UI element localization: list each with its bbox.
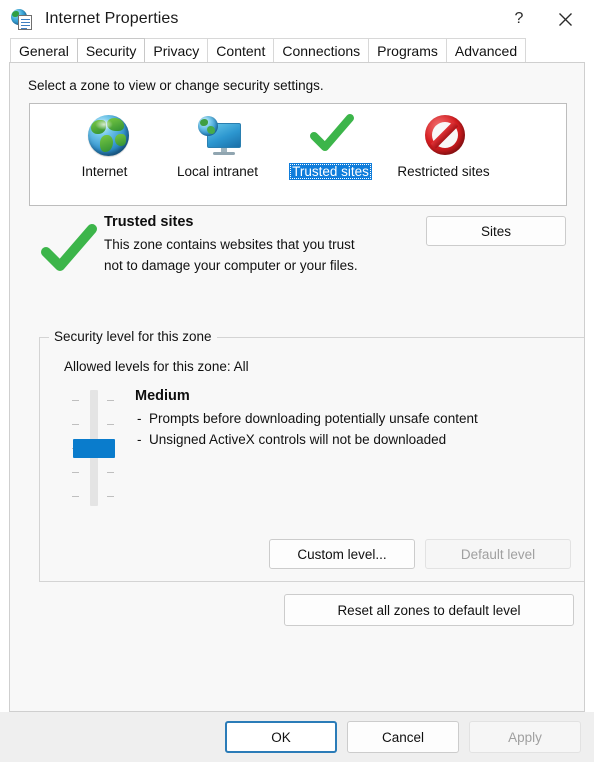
monitor-globe-icon — [194, 113, 242, 159]
slider-tick — [72, 472, 79, 473]
apply-button[interactable]: Apply — [469, 721, 581, 753]
security-level-bullet-list: Prompts before downloading potentially u… — [135, 408, 565, 450]
dialog-footer: OK Cancel Apply — [0, 712, 594, 762]
sites-button[interactable]: Sites — [426, 216, 566, 246]
cancel-button[interactable]: Cancel — [347, 721, 459, 753]
slider-tick — [72, 496, 79, 497]
tab-programs[interactable]: Programs — [368, 38, 447, 62]
reset-button-wrap: Reset all zones to default level — [284, 594, 574, 626]
slider-thumb[interactable] — [73, 439, 115, 458]
zone-item-internet[interactable]: Internet — [48, 113, 161, 180]
tab-content[interactable]: Content — [207, 38, 275, 62]
red-prohibition-icon — [420, 113, 468, 159]
zone-description-text: This zone contains websites that you tru… — [104, 237, 358, 273]
tab-security[interactable]: Security — [76, 38, 146, 62]
internet-properties-dialog: Internet Properties ? General Security P… — [0, 0, 594, 762]
green-check-icon — [40, 221, 98, 279]
zone-row: Internet Local intranet Trusted sites Re… — [30, 104, 566, 180]
close-icon[interactable] — [542, 0, 588, 38]
level-buttons: Custom level... Default level — [269, 539, 571, 569]
window-title: Internet Properties — [45, 10, 179, 27]
security-level-bullet: Unsigned ActiveX controls will not be do… — [135, 429, 565, 450]
tab-advanced[interactable]: Advanced — [445, 38, 527, 62]
zone-instruction-label: Select a zone to view or change security… — [28, 78, 324, 93]
security-level-groupbox-title: Security level for this zone — [49, 329, 217, 344]
globe-icon — [81, 113, 129, 159]
zone-item-restricted-sites[interactable]: Restricted sites — [387, 113, 500, 180]
tab-strip: General Security Privacy Content Connect… — [0, 38, 594, 62]
tab-privacy[interactable]: Privacy — [144, 38, 209, 62]
tab-general[interactable]: General — [10, 38, 78, 62]
custom-level-button[interactable]: Custom level... — [269, 539, 415, 569]
zone-label-trusted-sites: Trusted sites — [289, 163, 372, 180]
internet-properties-icon — [11, 8, 33, 30]
security-level-description: Medium Prompts before downloading potent… — [135, 387, 565, 450]
zone-item-local-intranet[interactable]: Local intranet — [161, 113, 274, 180]
default-level-button[interactable]: Default level — [425, 539, 571, 569]
security-level-name: Medium — [135, 388, 190, 404]
ok-button[interactable]: OK — [225, 721, 337, 753]
slider-tick — [107, 400, 114, 401]
help-icon[interactable]: ? — [496, 0, 542, 38]
security-level-slider[interactable] — [60, 390, 126, 506]
slider-tick — [107, 424, 114, 425]
zone-list[interactable]: Internet Local intranet Trusted sites Re… — [29, 103, 567, 206]
allowed-levels-label: Allowed levels for this zone: All — [64, 359, 249, 374]
zone-item-trusted-sites[interactable]: Trusted sites — [274, 113, 387, 180]
green-check-icon — [307, 113, 355, 159]
slider-tick — [107, 496, 114, 497]
tab-connections[interactable]: Connections — [273, 38, 370, 62]
zone-label-local-intranet: Local intranet — [176, 164, 259, 179]
security-tab-panel: Select a zone to view or change security… — [9, 62, 585, 712]
zone-label-restricted-sites: Restricted sites — [397, 164, 490, 179]
zone-label-internet: Internet — [81, 164, 128, 179]
security-level-groupbox: Security level for this zone Allowed lev… — [39, 329, 584, 582]
slider-tick — [72, 424, 79, 425]
zone-description: Trusted sites This zone contains website… — [40, 213, 570, 279]
slider-tick — [72, 400, 79, 401]
slider-tick — [107, 472, 114, 473]
security-level-bullet: Prompts before downloading potentially u… — [135, 408, 565, 429]
title-bar: Internet Properties ? — [0, 0, 594, 38]
reset-all-zones-button[interactable]: Reset all zones to default level — [284, 594, 574, 626]
sites-button-wrap: Sites — [426, 216, 566, 246]
